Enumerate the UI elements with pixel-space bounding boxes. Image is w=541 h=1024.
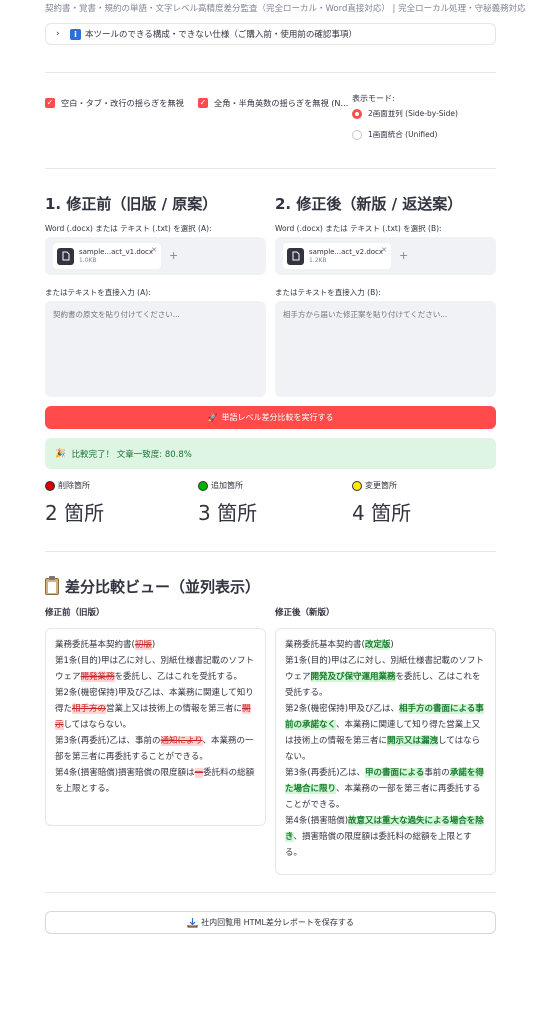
ignore-width-checkbox[interactable]: ✓ 全角・半角英数の揺らぎを無視 (N... xyxy=(198,97,348,109)
diff-line: 第3条(再委託)乙は、甲の書面による事前の承諾を得た場合に限り、本業務の一部を第… xyxy=(285,768,484,810)
before-file-chip: sample...act_v1.docx 1.0KB ✕ xyxy=(53,243,161,269)
divider xyxy=(45,72,496,73)
before-text-input[interactable] xyxy=(45,301,266,397)
metric-deleted-label: 削除箇所 xyxy=(58,481,90,490)
inserted-text: 改定版 xyxy=(364,640,391,650)
plus-icon[interactable]: + xyxy=(169,249,178,262)
radio-selected-icon xyxy=(352,108,362,119)
radio-unselected-icon xyxy=(352,129,362,140)
diff-line: 第2条(機密保持)甲及び乙は、相手方の書面による事前の承諾なく、本業務に関連して… xyxy=(285,704,484,762)
radio-unified-label: 1画面統合 (Unified) xyxy=(368,130,438,139)
metric-changed-label: 変更箇所 xyxy=(365,481,397,490)
inserted-text: 開示又は漏洩 xyxy=(387,736,439,746)
metric-changed-value: 4 箇所 xyxy=(352,501,412,525)
inserted-text: 開発及び保守運用業務 xyxy=(310,672,396,682)
inserted-text: 甲の書面による xyxy=(365,768,425,778)
check-icon: ✓ xyxy=(198,98,208,108)
radio-unified[interactable]: 1画面統合 (Unified) xyxy=(352,129,437,140)
close-icon[interactable]: ✕ xyxy=(381,246,387,254)
before-file-name: sample...act_v1.docx xyxy=(79,248,154,257)
save-report-button[interactable]: 社内回覧用 HTML差分レポートを保存する xyxy=(45,911,496,934)
close-icon[interactable]: ✕ xyxy=(151,246,157,254)
before-file-uploader[interactable]: sample...act_v1.docx 1.0KB ✕ + xyxy=(45,237,266,275)
check-icon: ✓ xyxy=(45,98,55,108)
radio-side-by-side[interactable]: 2画面並列 (Side-by-Side) xyxy=(352,108,458,119)
ignore-width-label: 全角・半角英数の揺らぎを無視 (N... xyxy=(214,98,349,108)
diff-line: 業務委託基本契約書(初版) xyxy=(55,640,156,650)
download-icon xyxy=(187,917,198,927)
run-compare-button[interactable]: 🚀 単語レベル差分比較を実行する xyxy=(45,406,496,429)
plus-icon[interactable]: + xyxy=(399,249,408,262)
green-circle-icon xyxy=(198,480,208,491)
before-text-label: またはテキストを直接入力 (A): xyxy=(45,288,151,297)
yellow-circle-icon xyxy=(352,480,362,491)
red-circle-icon xyxy=(45,480,55,491)
success-text: 比較完了！ 文章一致度: 80.8% xyxy=(71,449,192,460)
party-icon: 🎉 xyxy=(55,448,66,459)
rocket-icon: 🚀 xyxy=(207,413,218,422)
after-file-size: 1.2KB xyxy=(309,256,327,264)
metric-added-label: 追加箇所 xyxy=(211,481,243,490)
spec-expander[interactable]: › i 本ツールのできる構成・できない仕様（ご購入前・使用前の確認事項） xyxy=(45,23,496,45)
divider xyxy=(45,551,496,552)
after-file-chip: sample...act_v2.docx 1.2KB ✕ xyxy=(283,243,391,269)
run-compare-label: 単語レベル差分比較を実行する xyxy=(221,413,334,422)
after-text-label: またはテキストを直接入力 (B): xyxy=(275,288,381,297)
deleted-text: 初版 xyxy=(134,640,152,650)
left-column-heading: 修正前（旧版） xyxy=(45,608,105,618)
diff-line: 第2条(機密保持)甲及び乙は、本業務に関連して知り得た相手方の営業上又は技術上の… xyxy=(55,688,254,730)
app-header-caption: 契約書・覚書・規約の単語・文字レベル高精度差分監査（完全ローカル・Word直接対… xyxy=(45,4,526,14)
after-text-input[interactable] xyxy=(275,301,496,397)
after-file-uploader[interactable]: sample...act_v2.docx 1.2KB ✕ + xyxy=(275,237,496,275)
diff-line: 第1条(目的)甲は乙に対し、別紙仕様書記載のソフトウェア開発及び保守運用業務を委… xyxy=(285,656,485,698)
info-icon: i xyxy=(70,28,81,40)
metric-changed: 変更箇所 4 箇所 xyxy=(352,480,411,526)
radio-side-by-side-label: 2画面並列 (Side-by-Side) xyxy=(368,109,458,118)
display-mode-label: 表示モード: xyxy=(352,94,395,103)
divider xyxy=(45,892,496,893)
clipboard-icon xyxy=(45,576,59,595)
deleted-text: 通知により xyxy=(160,736,203,746)
metric-added-value: 3 箇所 xyxy=(198,501,258,525)
success-alert: 🎉 比較完了！ 文章一致度: 80.8% xyxy=(45,438,496,469)
deleted-text: 相手方の xyxy=(72,704,107,714)
divider xyxy=(45,168,496,169)
chevron-right-icon: › xyxy=(56,29,60,39)
deleted-text: 一 xyxy=(194,768,204,778)
ignore-whitespace-checkbox[interactable]: ✓ 空白・タブ・改行の揺らぎを無視 xyxy=(45,97,184,109)
save-report-label: 社内回覧用 HTML差分レポートを保存する xyxy=(201,918,354,927)
diff-line: 第4条(損害賠償)損害賠償の限度額は一委託料の総額を上限とする。 xyxy=(55,768,255,794)
ignore-whitespace-label: 空白・タブ・改行の揺らぎを無視 xyxy=(61,98,184,108)
diff-view-title: 差分比較ビュー（並列表示） xyxy=(65,578,261,596)
diff-line: 業務委託基本契約書(改定版) xyxy=(285,640,394,650)
after-heading: 2. 修正後（新版 / 返送案） xyxy=(275,195,463,213)
metric-deleted: 削除箇所 2 箇所 xyxy=(45,480,104,526)
diff-line: 第1条(目的)甲は乙に対し、別紙仕様書記載のソフトウェア開発業務を委託し、乙はこ… xyxy=(55,656,255,682)
deleted-text: 開発業務 xyxy=(80,672,115,682)
before-heading: 1. 修正前（旧版 / 原案） xyxy=(45,195,218,213)
before-upload-label: Word (.docx) または テキスト (.txt) を選択 (A): xyxy=(45,224,212,233)
diff-line: 第3条(再委託)乙は、事前の通知により、本業務の一部を第三者に再委託することがで… xyxy=(55,736,254,762)
diff-view-heading: 差分比較ビュー（並列表示） xyxy=(45,576,260,597)
right-column-heading: 修正後（新版） xyxy=(275,608,335,618)
diff-line: 第4条(損害賠償)故意又は重大な過失による場合を除き、損害賠償の限度額は委託料の… xyxy=(285,816,484,858)
expander-label: 本ツールのできる構成・できない仕様（ご購入前・使用前の確認事項） xyxy=(85,30,357,40)
after-upload-label: Word (.docx) または テキスト (.txt) を選択 (B): xyxy=(275,224,442,233)
diff-right-panel: 業務委託基本契約書(改定版) 第1条(目的)甲は乙に対し、別紙仕様書記載のソフト… xyxy=(275,628,496,875)
file-icon xyxy=(57,247,74,265)
metric-deleted-value: 2 箇所 xyxy=(45,501,105,525)
after-file-name: sample...act_v2.docx xyxy=(309,248,384,257)
before-file-size: 1.0KB xyxy=(79,256,97,264)
diff-left-panel: 業務委託基本契約書(初版) 第1条(目的)甲は乙に対し、別紙仕様書記載のソフトウ… xyxy=(45,628,266,826)
metric-added: 追加箇所 3 箇所 xyxy=(198,480,257,526)
file-icon xyxy=(287,247,304,265)
